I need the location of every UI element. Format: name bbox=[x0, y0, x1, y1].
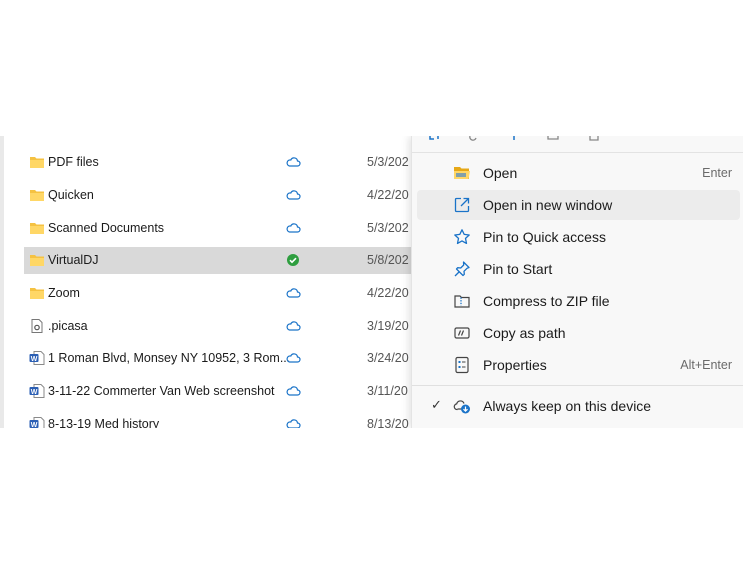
date-modified: 4/22/20 bbox=[367, 188, 409, 202]
menu-item-copy-as-path[interactable]: Copy as path bbox=[417, 318, 740, 348]
menu-item-open-in-new-window[interactable]: Open in new window bbox=[417, 190, 740, 220]
menu-item-label: Pin to Start bbox=[483, 261, 553, 277]
list-item[interactable]: .picasa 3/19/20 bbox=[24, 313, 444, 340]
list-item[interactable]: W 8-13-19 Med history 8/13/20 bbox=[24, 411, 444, 428]
menu-item-open[interactable]: Open Enter bbox=[417, 158, 740, 188]
file-list: PDF files 5/3/202 Quicken 4/22/20 Scanne… bbox=[24, 136, 444, 428]
file-name: 1 Roman Blvd, Monsey NY 10952, 3 Rom... bbox=[48, 351, 291, 365]
menu-item-pin-to-start[interactable]: Pin to Start bbox=[417, 254, 740, 284]
date-modified: 3/24/20 bbox=[367, 351, 409, 365]
list-item[interactable]: Zoom 4/22/20 bbox=[24, 280, 444, 307]
menu-item-compress-to-zip[interactable]: Compress to ZIP file bbox=[417, 286, 740, 316]
file-settings-icon bbox=[31, 319, 43, 333]
menu-item-label: Open in new window bbox=[483, 197, 613, 213]
date-modified: 5/3/202 bbox=[367, 221, 409, 235]
menu-item-always-keep-on-device[interactable]: ✓ Always keep on this device bbox=[417, 391, 740, 421]
cloud-icon bbox=[286, 157, 301, 167]
file-name: 8-13-19 Med history bbox=[48, 417, 160, 428]
file-name: Zoom bbox=[48, 286, 80, 300]
menu-item-label: Properties bbox=[483, 357, 547, 373]
cloud-icon bbox=[286, 321, 301, 331]
list-item-selected[interactable]: VirtualDJ 5/8/202 bbox=[24, 247, 444, 274]
cloud-icon bbox=[286, 223, 301, 233]
menu-divider bbox=[412, 152, 743, 153]
file-name: .picasa bbox=[48, 319, 88, 333]
file-name: Quicken bbox=[48, 188, 94, 202]
synced-check-icon bbox=[287, 254, 299, 266]
list-item[interactable]: PDF files 5/3/202 bbox=[24, 149, 444, 176]
cloud-icon bbox=[286, 419, 301, 428]
open-new-window-icon bbox=[454, 197, 470, 213]
properties-icon bbox=[455, 356, 469, 374]
menu-item-shortcut: Enter bbox=[702, 166, 732, 180]
cloud-icon bbox=[286, 288, 301, 298]
cloud-download-icon bbox=[453, 400, 470, 414]
svg-text:W: W bbox=[31, 356, 38, 363]
date-modified: 5/8/202 bbox=[367, 253, 409, 267]
date-modified: 5/3/202 bbox=[367, 155, 409, 169]
folder-icon bbox=[30, 255, 44, 266]
menu-item-label: Copy as path bbox=[483, 325, 566, 341]
zip-icon bbox=[454, 295, 470, 308]
menu-item-pin-to-quick-access[interactable]: Pin to Quick access bbox=[417, 222, 740, 252]
folder-icon bbox=[30, 157, 44, 168]
word-document-icon: W bbox=[29, 351, 45, 365]
pin-icon bbox=[454, 261, 470, 277]
menu-item-shortcut: Alt+Enter bbox=[680, 358, 732, 372]
folder-open-icon bbox=[454, 167, 470, 179]
file-name: VirtualDJ bbox=[48, 253, 99, 267]
file-name: PDF files bbox=[48, 155, 99, 169]
svg-text:W: W bbox=[31, 422, 38, 428]
list-item[interactable]: W 1 Roman Blvd, Monsey NY 10952, 3 Rom..… bbox=[24, 345, 444, 372]
toolbar-icons-strip bbox=[429, 136, 599, 141]
checkmark-icon: ✓ bbox=[431, 397, 442, 412]
star-icon bbox=[454, 229, 470, 245]
date-modified: 3/11/20 bbox=[367, 384, 408, 398]
menu-item-label: Open bbox=[483, 165, 518, 181]
cloud-icon bbox=[286, 386, 301, 396]
word-document-icon: W bbox=[29, 384, 45, 398]
cloud-icon bbox=[286, 190, 301, 200]
navigation-pane-edge bbox=[0, 136, 4, 428]
svg-text:W: W bbox=[31, 389, 38, 396]
folder-icon bbox=[30, 288, 44, 299]
date-modified: 3/19/20 bbox=[367, 319, 409, 333]
word-document-icon: W bbox=[29, 417, 45, 428]
date-modified: 8/13/20 bbox=[367, 417, 409, 428]
menu-item-label: Pin to Quick access bbox=[483, 229, 606, 245]
menu-item-properties[interactable]: Properties Alt+Enter bbox=[417, 350, 740, 380]
list-item[interactable]: W 3-11-22 Commerter Van Web screenshot 3… bbox=[24, 378, 444, 405]
folder-icon bbox=[30, 223, 44, 234]
menu-item-label: Always keep on this device bbox=[483, 398, 652, 414]
cloud-icon bbox=[286, 353, 301, 363]
menu-item-label: Compress to ZIP file bbox=[483, 293, 610, 309]
file-name: 3-11-22 Commerter Van Web screenshot bbox=[48, 384, 275, 398]
file-name: Scanned Documents bbox=[48, 221, 165, 235]
list-item[interactable]: Quicken 4/22/20 bbox=[24, 182, 444, 209]
screenshot-region: PDF files 5/3/202 Quicken 4/22/20 Scanne… bbox=[0, 136, 743, 428]
context-menu: Open Enter Open in new window Pin to Qui… bbox=[411, 136, 743, 428]
list-item[interactable]: Scanned Documents 5/3/202 bbox=[24, 215, 444, 242]
copy-path-icon bbox=[454, 327, 470, 339]
menu-divider bbox=[412, 385, 743, 386]
folder-icon bbox=[30, 190, 44, 201]
date-modified: 4/22/20 bbox=[367, 286, 409, 300]
